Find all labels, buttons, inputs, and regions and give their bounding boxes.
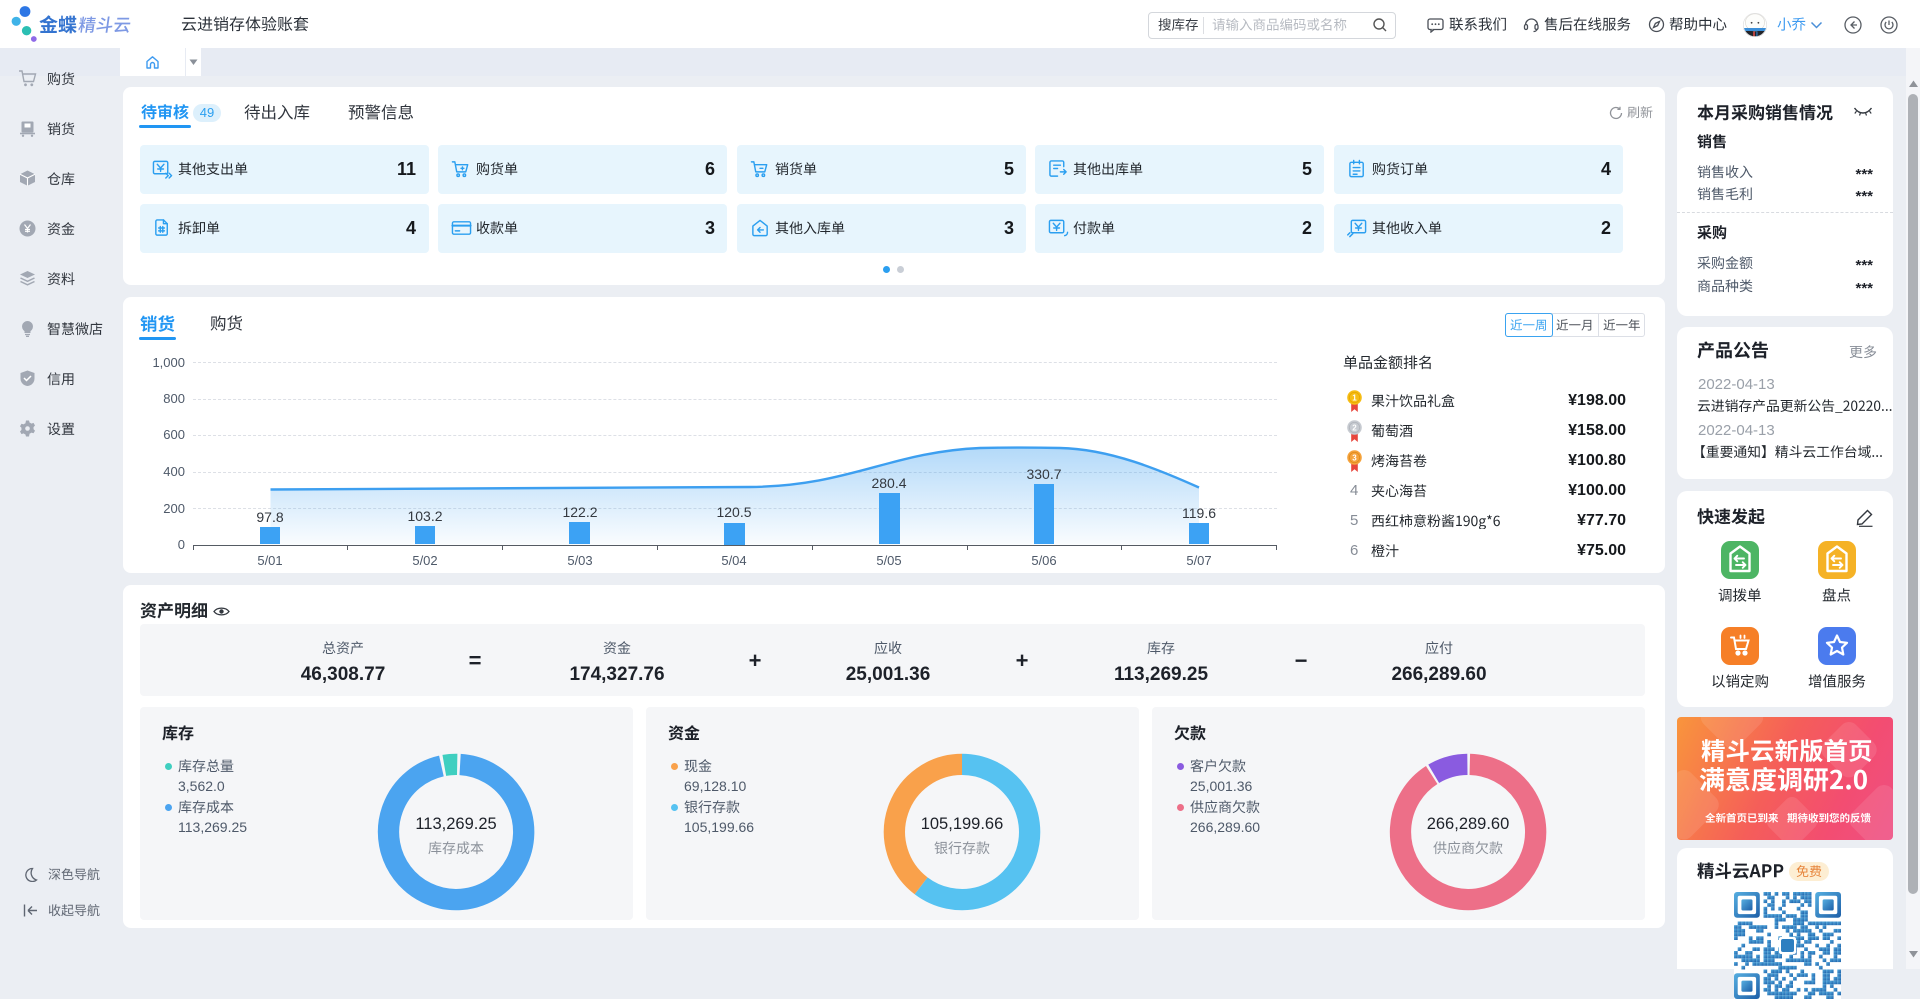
svg-text:2: 2 <box>1352 423 1357 432</box>
svg-text:3: 3 <box>1352 453 1357 462</box>
svg-text:1: 1 <box>1352 393 1357 402</box>
